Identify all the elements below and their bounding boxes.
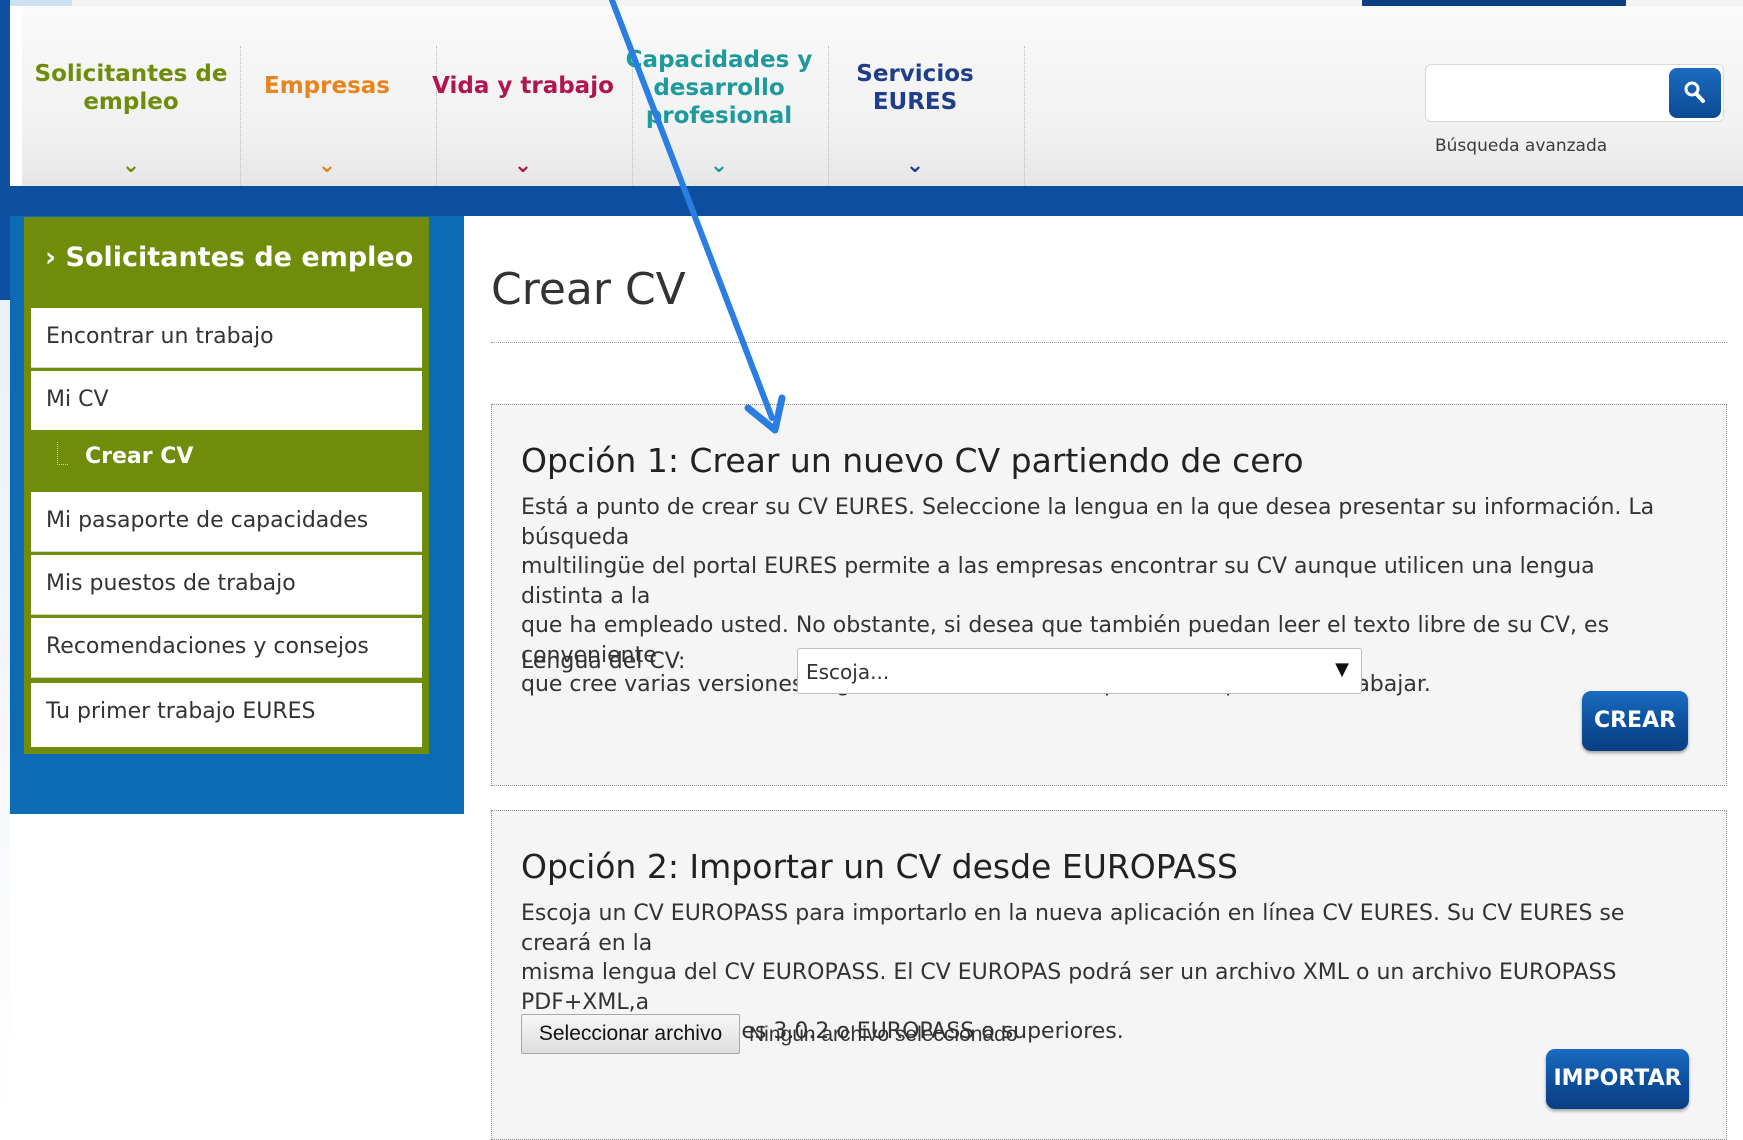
text-line: multilingüe del portal EURES permite a l… [521,554,1595,609]
chevron-down-icon: ⌄ [317,153,337,178]
file-status-text: Ningún archivo seleccionado [749,1023,1018,1046]
option-create-cv-panel: Opción 1: Crear un nuevo CV partiendo de… [491,404,1727,786]
chevron-right-icon: › [45,242,57,273]
language-select[interactable]: Escoja... ▼ [797,648,1362,694]
nav-label-line: EURES [872,89,958,115]
nav-servicios-eures[interactable]: Servicios EURES ⌄ [806,46,1025,192]
nav-label-line: profesional [645,103,793,129]
sidebar-item-recomendaciones[interactable]: Recomendaciones y consejos [31,618,422,678]
nav-label-line: Servicios [856,61,974,87]
search-button[interactable] [1669,68,1721,118]
nav-label-line: Empresas [264,73,390,99]
search-input[interactable] [1432,71,1636,117]
chevron-down-icon: ⌄ [121,153,141,178]
advanced-search-link[interactable]: Búsqueda avanzada [1435,136,1607,156]
chevron-down-icon: ⌄ [905,153,925,178]
sidebar-item-encontrar-trabajo[interactable]: Encontrar un trabajo [31,308,422,368]
text-line: Escoja un CV EUROPASS para importarlo en… [521,901,1625,956]
title-divider [491,342,1727,343]
sidebar-item-label: Encontrar un trabajo [46,324,274,349]
page-title: Crear CV [491,264,686,315]
nav-vida-y-trabajo[interactable]: Vida y trabajo ⌄ [414,46,633,192]
sidebar-item-label: Tu primer trabajo EURES [46,699,316,724]
sidebar-title-text: Solicitantes de empleo [65,242,414,273]
nav-label-line: Vida y trabajo [432,73,614,99]
nav-label-line: desarrollo [653,75,785,101]
sidebar-title[interactable]: › Solicitantes de empleo [45,242,413,273]
nav-empresas[interactable]: Empresas ⌄ [218,46,437,192]
tree-connector [57,442,68,465]
option1-title: Opción 1: Crear un nuevo CV partiendo de… [521,441,1304,480]
create-cv-button[interactable]: CREAR [1582,691,1688,751]
text-line: misma lengua del CV EUROPASS. El CV EURO… [521,960,1617,1015]
nav-capacidades[interactable]: Capacidades y desarrollo profesional ⌄ [610,46,829,192]
nav-solicitantes-de-empleo[interactable]: Solicitantes de empleo ⌄ [22,46,241,192]
search-icon [1684,81,1705,103]
header-band [10,186,1743,216]
dropdown-arrow-icon: ▼ [1335,659,1349,680]
sidebar-item-puestos[interactable]: Mis puestos de trabajo [31,555,422,615]
nav-label-line: Solicitantes de [34,61,228,87]
sidebar-item-label: Recomendaciones y consejos [46,634,369,659]
import-button[interactable]: IMPORTAR [1546,1049,1689,1109]
sidebar: › Solicitantes de empleo Encontrar un tr… [24,217,429,754]
sidebar-item-label: Mi CV [46,387,109,412]
page-left-edge-fade [0,300,10,1120]
sidebar-item-pasaporte[interactable]: Mi pasaporte de capacidades [31,492,422,552]
option2-title: Opción 2: Importar un CV desde EUROPASS [521,847,1239,886]
chevron-down-icon: ⌄ [513,153,533,178]
option-import-europass-panel: Opción 2: Importar un CV desde EUROPASS … [491,810,1727,1140]
select-file-button[interactable]: Seleccionar archivo [521,1014,740,1054]
chevron-down-icon: ⌄ [709,153,729,178]
language-select-value: Escoja... [806,660,890,684]
sidebar-item-mi-cv[interactable]: Mi CV [31,371,422,431]
nav-label-line: Capacidades y [625,47,813,73]
language-label: Lengua del CV: [521,649,686,674]
sidebar-item-crear-cv[interactable]: Crear CV [31,430,422,486]
nav-label-line: empleo [83,89,179,115]
sidebar-item-label: Mis puestos de trabajo [46,571,296,596]
sidebar-item-label: Crear CV [85,444,194,469]
sidebar-item-primer-trabajo[interactable]: Tu primer trabajo EURES [31,683,422,747]
text-line: Está a punto de crear su CV EURES. Selec… [521,495,1655,550]
sidebar-item-label: Mi pasaporte de capacidades [46,508,369,533]
